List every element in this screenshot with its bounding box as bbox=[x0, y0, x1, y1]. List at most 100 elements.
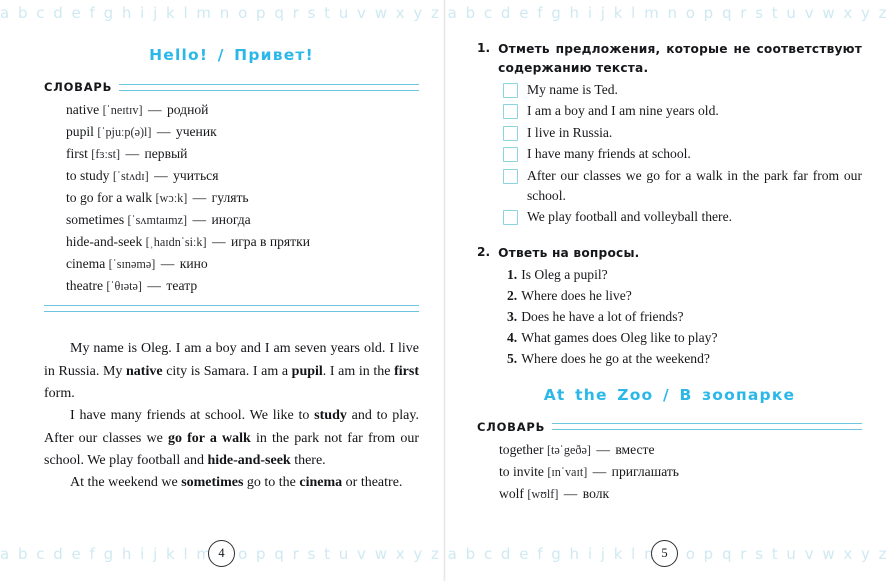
vocabulary-translation: первый bbox=[144, 146, 188, 162]
vocabulary-dash: — bbox=[589, 464, 610, 479]
vocabulary-ipa: [wʊlf] bbox=[527, 487, 559, 502]
vocabulary-bottom-rule bbox=[44, 305, 419, 313]
reading-run: At the weekend we bbox=[70, 475, 182, 491]
vocabulary-entry: theatre [ˈθɪətə] — театр bbox=[66, 275, 419, 297]
vocabulary-dash: — bbox=[144, 278, 165, 294]
vocabulary-word: first bbox=[66, 146, 92, 162]
question-text: Where does he live? bbox=[521, 288, 632, 304]
question-item: 3. Does he have a lot of friends? bbox=[507, 307, 862, 328]
vocabulary-word: sometimes bbox=[66, 212, 128, 228]
vocabulary-dash: — bbox=[157, 256, 178, 272]
checkbox-list-item: We play football and volleyball there. bbox=[503, 207, 862, 227]
page-number-value: 5 bbox=[651, 540, 678, 567]
vocabulary-word: native bbox=[66, 102, 103, 117]
section-title-zoo: At the Zoo / В зоопарке bbox=[543, 385, 796, 404]
vocabulary-ipa: [ˌhaɪdnˈsiːk] bbox=[145, 235, 207, 250]
reading-run: or theatre. bbox=[342, 475, 403, 491]
vocabulary-dash: — bbox=[150, 168, 172, 184]
exercise-2-instruction: Ответь на вопросы. bbox=[498, 245, 640, 260]
checkbox-label: We play football and volleyball there. bbox=[527, 209, 733, 225]
vocabulary-dash: — bbox=[153, 124, 174, 140]
vocabulary-ipa: [wɔːk] bbox=[155, 191, 188, 206]
vocabulary-translation: игра в прятки bbox=[230, 234, 310, 250]
vocabulary-ipa: [ˈstʌdɪ] bbox=[112, 169, 149, 184]
page-number-left: 4 bbox=[0, 540, 443, 567]
reading-run: city is Samara. I am a bbox=[162, 363, 292, 379]
reading-run: . I am in the bbox=[322, 363, 395, 379]
page-number-right: 5 bbox=[443, 540, 886, 567]
question-item: 5. Where does he go at the weekend? bbox=[507, 349, 862, 370]
vocabulary-word: theatre bbox=[66, 278, 107, 294]
vocabulary-translation: театр bbox=[166, 278, 198, 294]
reading-bold-term: go for a walk bbox=[167, 430, 251, 446]
vocabulary-ipa: [ˈsɪnəmə] bbox=[108, 257, 156, 272]
checkbox[interactable] bbox=[503, 147, 518, 163]
vocabulary-ipa: [təˈgeðə] bbox=[546, 442, 591, 457]
vocabulary-dash: — bbox=[189, 190, 210, 206]
vocabulary-ipa: [ˈneɪtɪv] bbox=[102, 103, 143, 117]
question-text: What games does Oleg like to play? bbox=[521, 330, 718, 346]
vocabulary-entry: cinema [ˈsɪnəmə] — кино bbox=[66, 253, 419, 275]
vocabulary-entry: first [fɜːst] — первый bbox=[66, 143, 419, 165]
vocabulary-word: cinema bbox=[66, 256, 109, 272]
reading-run: there. bbox=[290, 453, 326, 469]
exercise-2: 2. Ответь на вопросы. 1. Is Oleg a pupil?… bbox=[477, 244, 862, 370]
reading-bold-term: first bbox=[394, 363, 419, 379]
checkbox[interactable] bbox=[503, 168, 518, 184]
checkbox[interactable] bbox=[503, 104, 518, 120]
reading-bold-term: study bbox=[314, 408, 347, 424]
reading-run: form. bbox=[44, 385, 75, 401]
vocabulary-entry: to invite [ɪnˈvaɪt] — приглашать bbox=[499, 461, 862, 483]
checkbox-list-item: My name is Ted. bbox=[503, 80, 862, 100]
question-text: Does he have a lot of friends? bbox=[521, 309, 684, 325]
question-item: 4. What games does Oleg like to play? bbox=[507, 328, 862, 349]
vocabulary-dash: — bbox=[144, 102, 165, 117]
vocabulary-rule bbox=[119, 83, 419, 91]
vocabulary-ipa: [ˈpjuːp(ə)l] bbox=[97, 125, 152, 140]
reading-bold-term: cinema bbox=[299, 475, 343, 491]
vocabulary-word: pupil bbox=[66, 124, 98, 140]
vocabulary-ipa: [ˈsʌmtaɪmz] bbox=[127, 213, 188, 228]
vocabulary-entry: to study [ˈstʌdɪ] — учиться bbox=[66, 165, 419, 187]
checkbox-list-item: After our classes we go for a walk in th… bbox=[503, 166, 862, 207]
reading-text: My name is Oleg. I am a boy and I am sev… bbox=[44, 338, 419, 495]
reading-bold-term: sometimes bbox=[181, 475, 244, 491]
question-number: 2. bbox=[507, 288, 518, 304]
question-text: Where does he go at the weekend? bbox=[521, 351, 710, 367]
vocabulary-entry: native [ˈneɪtɪv] — родной bbox=[66, 99, 419, 121]
vocabulary-entry: wolf [wʊlf] — волк bbox=[499, 483, 862, 505]
book-spread: a b c d e f g h i j k l m n o p q r s t … bbox=[0, 0, 887, 581]
vocabulary-dash: — bbox=[560, 486, 581, 502]
vocabulary-translation: волк bbox=[582, 486, 610, 502]
exercise-2-question-list: 1. Is Oleg a pupil? 2. Where does he live? 3… bbox=[477, 265, 862, 370]
zoo-vocabulary-heading-label: СЛОВАРЬ bbox=[477, 419, 546, 434]
vocabulary-entry: hide-and-seek [ˌhaɪdnˈsiːk] — игра в пря… bbox=[66, 231, 419, 253]
reading-paragraph-1: My name is Oleg. I am a boy and I am sev… bbox=[44, 338, 419, 405]
vocabulary-heading-label: СЛОВАРЬ bbox=[44, 80, 113, 94]
vocabulary-list-zoo: together [təˈgeðə] — вместе to invite [ɪn… bbox=[477, 439, 862, 505]
checkbox[interactable] bbox=[503, 125, 518, 141]
question-number: 1. bbox=[507, 267, 518, 283]
vocabulary-list-left: native [ˈneɪtɪv] — родной pupil [ˈpjuːp(ə… bbox=[44, 99, 419, 297]
reading-run: go to the bbox=[243, 475, 300, 491]
zoo-vocabulary-header: СЛОВАРЬ bbox=[477, 420, 862, 434]
reading-paragraph-2: I have many friends at school. We like t… bbox=[44, 405, 419, 472]
vocabulary-dash: — bbox=[592, 441, 614, 457]
checkbox-list-item: I live in Russia. bbox=[503, 123, 862, 143]
exercise-1-checklist: My name is Ted. I am a boy and I am nine … bbox=[477, 80, 862, 228]
exercise-2-header: 2. Ответь на вопросы. bbox=[477, 244, 862, 263]
vocabulary-dash: — bbox=[189, 212, 210, 228]
vocabulary-word: wolf bbox=[499, 486, 528, 502]
exercise-2-number: 2. bbox=[477, 244, 491, 259]
vocabulary-entry: pupil [ˈpjuːp(ə)l] — ученик bbox=[66, 121, 419, 143]
question-number: 4. bbox=[507, 330, 518, 346]
checkbox-label: I am a boy and I am nine years old. bbox=[527, 103, 719, 119]
zoo-vocabulary-rule bbox=[552, 423, 862, 431]
checkbox[interactable] bbox=[503, 210, 518, 226]
checkbox[interactable] bbox=[503, 83, 518, 99]
vocabulary-entry: together [təˈgeðə] — вместе bbox=[499, 439, 862, 461]
vocabulary-translation: кино bbox=[179, 256, 208, 272]
vocabulary-word: hide-and-seek bbox=[66, 234, 146, 250]
vocabulary-word: together bbox=[499, 441, 547, 457]
vocabulary-translation: вместе bbox=[615, 441, 655, 457]
